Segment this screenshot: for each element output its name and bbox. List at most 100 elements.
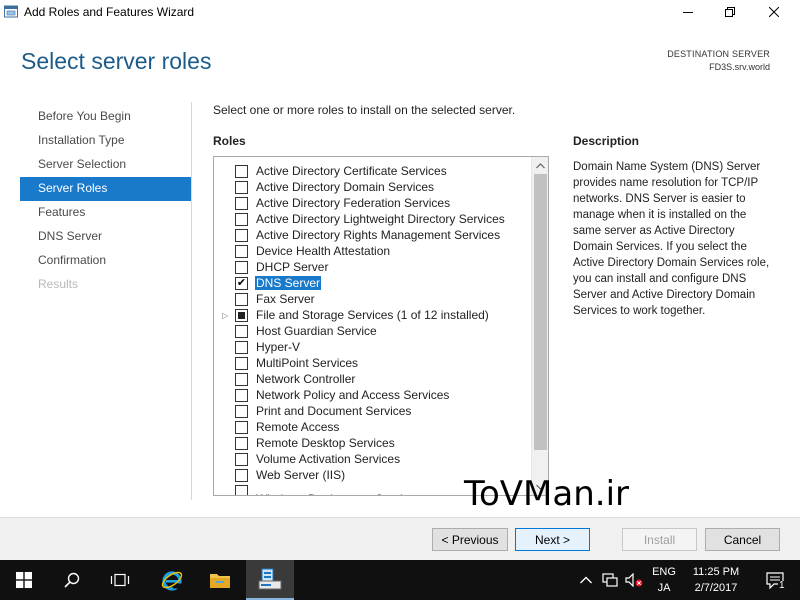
role-item[interactable]: MultiPoint Services	[214, 355, 532, 371]
server-manager-icon	[4, 5, 18, 18]
nav-item-server-roles[interactable]: Server Roles	[20, 177, 191, 201]
expand-arrow-icon[interactable]: ▷	[222, 311, 230, 320]
role-label: Remote Desktop Services	[256, 436, 395, 450]
next-button[interactable]: Next >	[515, 528, 590, 551]
nav-item-before-you-begin[interactable]: Before You Begin	[20, 105, 191, 129]
description-heading: Description	[573, 134, 640, 148]
role-item[interactable]: Host Guardian Service	[214, 323, 532, 339]
window-title: Add Roles and Features Wizard	[24, 5, 195, 19]
maximize-button[interactable]	[708, 0, 752, 24]
role-label: Active Directory Domain Services	[256, 180, 435, 194]
role-checkbox[interactable]	[235, 165, 248, 178]
role-item[interactable]: Active Directory Rights Management Servi…	[214, 227, 532, 243]
nav-item-features[interactable]: Features	[20, 201, 191, 225]
role-checkbox[interactable]	[235, 357, 248, 370]
role-label: Web Server (IIS)	[256, 468, 346, 482]
minimize-button[interactable]	[666, 0, 710, 24]
wizard-navigation: Before You Begin Installation Type Serve…	[20, 105, 191, 297]
clock[interactable]: 11:25 PM 2/7/2017	[684, 564, 748, 596]
role-checkbox[interactable]	[235, 389, 248, 402]
role-checkbox[interactable]	[235, 261, 248, 274]
watermark-text: ToVMan.ir	[464, 474, 630, 514]
role-checkbox[interactable]	[235, 485, 248, 495]
volume-button[interactable]	[622, 560, 646, 600]
roles-list-box[interactable]: Active Directory Certificate Services Act…	[213, 156, 549, 496]
scroll-thumb[interactable]	[534, 174, 547, 450]
role-label: Active Directory Federation Services	[256, 196, 451, 210]
role-checkbox[interactable]	[235, 373, 248, 386]
role-item[interactable]: Active Directory Federation Services	[214, 195, 532, 211]
search-button[interactable]	[48, 560, 96, 600]
role-item[interactable]: Active Directory Certificate Services	[214, 163, 532, 179]
role-label: File and Storage Services (1 of 12 insta…	[256, 308, 489, 322]
role-checkbox[interactable]	[235, 181, 248, 194]
nav-item-server-selection[interactable]: Server Selection	[20, 153, 191, 177]
role-label: Device Health Attestation	[256, 244, 391, 258]
role-item[interactable]: Print and Document Services	[214, 403, 532, 419]
search-icon	[64, 572, 80, 588]
role-item[interactable]: Active Directory Lightweight Directory S…	[214, 211, 532, 227]
role-checkbox[interactable]	[235, 453, 248, 466]
roles-scrollbar[interactable]	[531, 157, 548, 495]
role-checkbox-partial[interactable]	[235, 309, 248, 322]
close-button[interactable]	[752, 0, 796, 24]
role-item[interactable]: Active Directory Domain Services	[214, 179, 532, 195]
task-view-button[interactable]	[96, 560, 144, 600]
chevron-up-icon	[580, 576, 592, 584]
volume-muted-icon	[625, 573, 643, 587]
role-label: Active Directory Certificate Services	[256, 164, 447, 178]
role-checkbox[interactable]	[235, 197, 248, 210]
internet-explorer-icon	[161, 571, 183, 591]
role-checkbox-checked[interactable]: ✔	[235, 277, 248, 290]
role-label: DHCP Server	[256, 260, 329, 274]
server-manager-taskbar-button[interactable]	[246, 560, 294, 600]
role-checkbox[interactable]	[235, 405, 248, 418]
role-item[interactable]: ✔ DNS Server	[214, 275, 532, 291]
file-explorer-button[interactable]	[196, 560, 244, 600]
role-checkbox[interactable]	[235, 469, 248, 482]
role-item[interactable]: Fax Server	[214, 291, 532, 307]
show-hidden-icons-button[interactable]	[574, 560, 598, 600]
nav-item-installation-type[interactable]: Installation Type	[20, 129, 191, 153]
windows-logo-icon	[16, 572, 32, 588]
previous-button[interactable]: < Previous	[432, 528, 508, 551]
scroll-up-button[interactable]	[532, 157, 548, 174]
network-button[interactable]	[598, 560, 622, 600]
nav-item-confirmation[interactable]: Confirmation	[20, 249, 191, 273]
role-item[interactable]: Volume Activation Services	[214, 451, 532, 467]
role-item[interactable]: Remote Desktop Services	[214, 435, 532, 451]
role-checkbox[interactable]	[235, 229, 248, 242]
role-checkbox[interactable]	[235, 437, 248, 450]
role-item[interactable]: DHCP Server	[214, 259, 532, 275]
server-manager-icon	[258, 568, 282, 590]
role-label: Active Directory Rights Management Servi…	[256, 228, 501, 242]
input-language-indicator[interactable]: ENG JA	[648, 564, 680, 596]
role-checkbox[interactable]	[235, 341, 248, 354]
role-item[interactable]: Network Policy and Access Services	[214, 387, 532, 403]
role-label: Windows Deployment Services	[256, 492, 421, 495]
role-checkbox[interactable]	[235, 293, 248, 306]
role-item[interactable]: Hyper-V	[214, 339, 532, 355]
cancel-button[interactable]: Cancel	[705, 528, 780, 551]
role-label: Hyper-V	[256, 340, 301, 354]
close-icon	[769, 7, 779, 17]
internet-explorer-button[interactable]	[148, 560, 196, 600]
nav-item-dns-server[interactable]: DNS Server	[20, 225, 191, 249]
roles-heading: Roles	[213, 134, 246, 148]
role-checkbox[interactable]	[235, 213, 248, 226]
action-center-button[interactable]: 1	[752, 560, 800, 600]
task-view-icon	[110, 573, 130, 587]
role-item[interactable]: Device Health Attestation	[214, 243, 532, 259]
role-label: MultiPoint Services	[256, 356, 359, 370]
role-item[interactable]: ▷ File and Storage Services (1 of 12 inst…	[214, 307, 532, 323]
role-label: Volume Activation Services	[256, 452, 401, 466]
role-item[interactable]: Remote Access	[214, 419, 532, 435]
start-button[interactable]	[0, 560, 48, 600]
clock-date: 2/7/2017	[694, 582, 738, 594]
role-checkbox[interactable]	[235, 421, 248, 434]
role-checkbox[interactable]	[235, 325, 248, 338]
role-item[interactable]: Network Controller	[214, 371, 532, 387]
role-checkbox[interactable]	[235, 245, 248, 258]
chevron-up-icon	[536, 162, 545, 168]
destination-server-label: DESTINATION SERVER	[667, 49, 770, 59]
